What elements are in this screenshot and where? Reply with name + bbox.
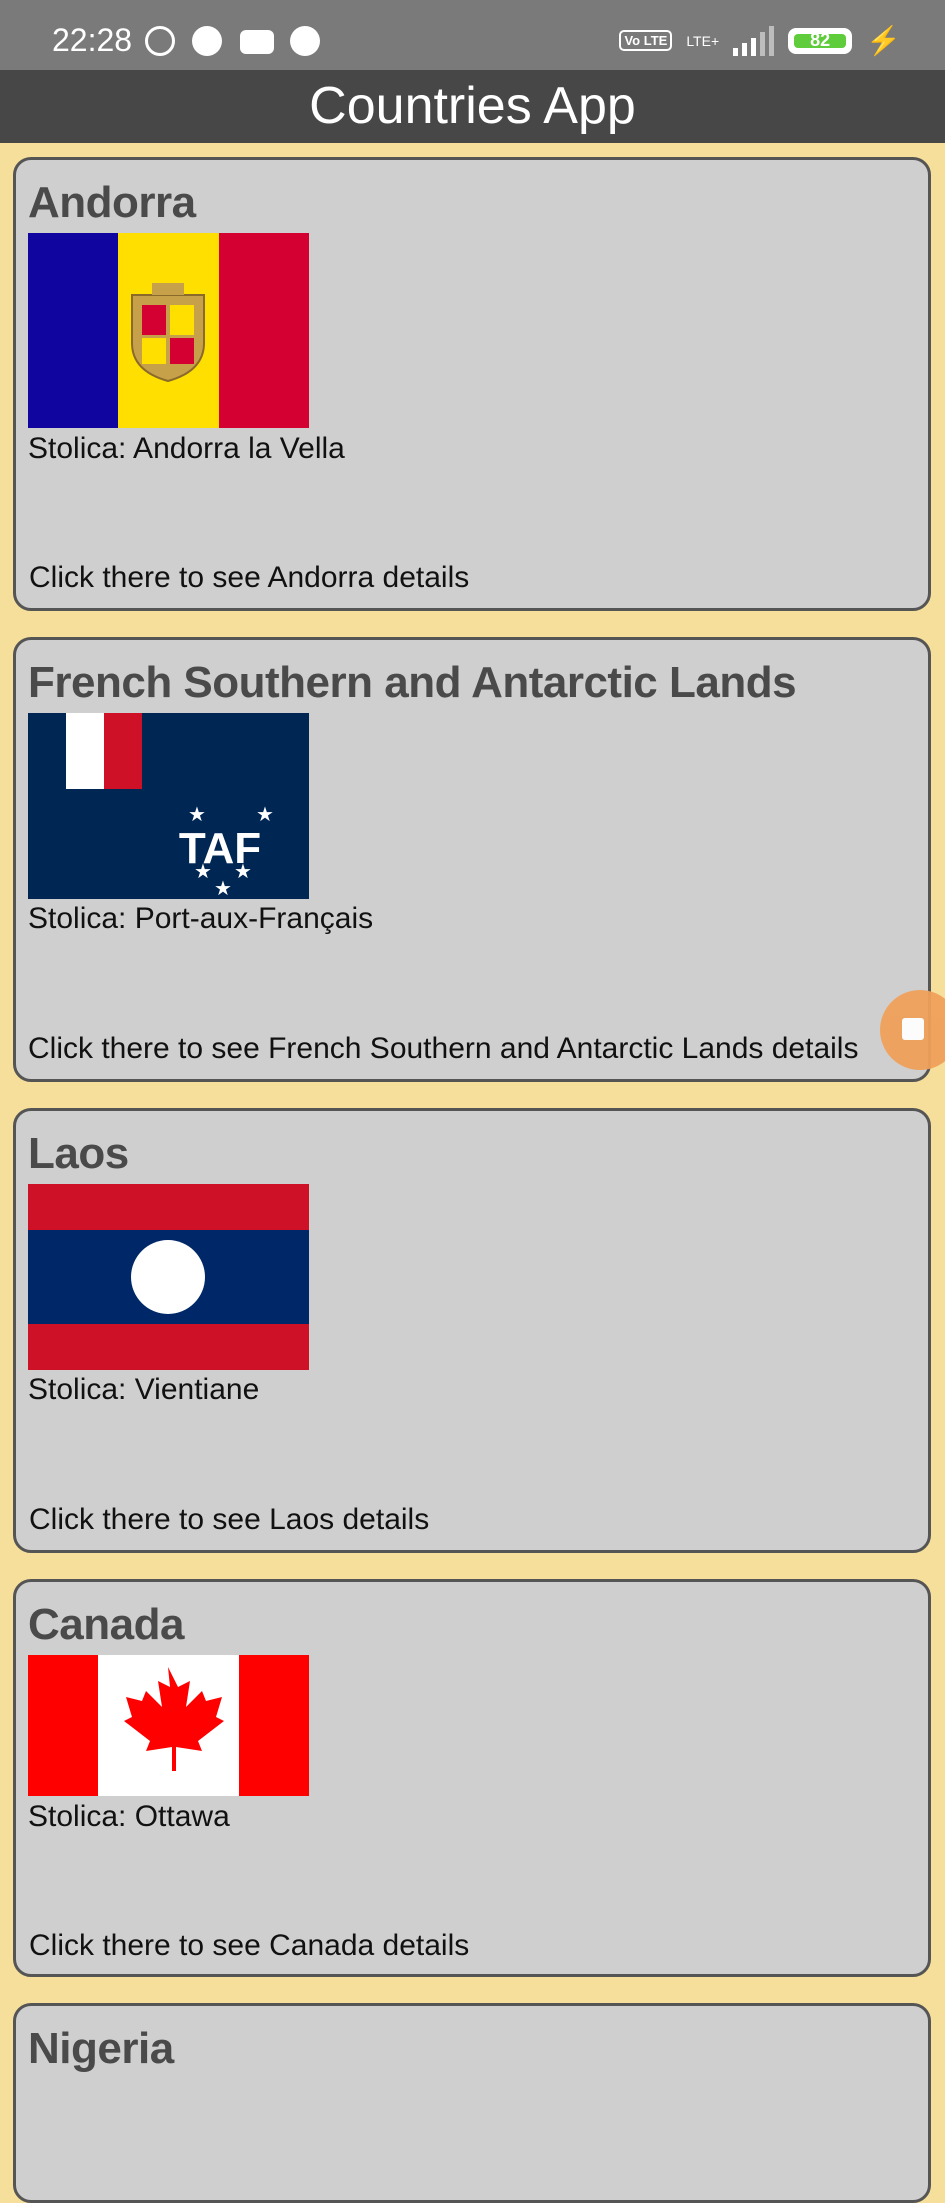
country-capital: Stolica: Ottawa bbox=[28, 1800, 230, 1833]
alarm-icon bbox=[145, 26, 175, 56]
status-indicators: Vo LTE LTE+ 82 ⚡ bbox=[619, 24, 901, 57]
app-notification-icon-2 bbox=[290, 26, 320, 56]
country-name: French Southern and Antarctic Lands bbox=[28, 658, 797, 707]
taaf-flag-image: TAF ★ ★ ★ ★ ★ bbox=[28, 713, 309, 899]
status-bar: 22:28 Vo LTE LTE+ 82 ⚡ bbox=[0, 0, 945, 70]
country-details-link[interactable]: Click there to see Canada details bbox=[29, 1929, 469, 1963]
svg-text:★: ★ bbox=[256, 802, 274, 826]
network-type: LTE+ bbox=[686, 32, 720, 49]
country-details-link[interactable]: Click there to see Andorra details bbox=[29, 561, 469, 595]
svg-text:★: ★ bbox=[194, 859, 212, 883]
svg-text:★: ★ bbox=[234, 859, 252, 883]
country-card-nigeria[interactable]: Nigeria bbox=[13, 2003, 931, 2203]
country-name: Laos bbox=[28, 1129, 129, 1178]
country-card-canada[interactable]: Canada Stolica: Ottawa Click there to se… bbox=[13, 1579, 931, 1977]
laos-flag-image bbox=[28, 1184, 309, 1370]
country-details-link[interactable]: Click there to see Laos details bbox=[29, 1503, 429, 1537]
video-recorder-icon bbox=[240, 30, 274, 54]
country-card-french-southern-and-antarctic-lands[interactable]: French Southern and Antarctic Lands TAF … bbox=[13, 637, 931, 1082]
status-time: 22:28 bbox=[52, 22, 133, 58]
app-bar: Countries App bbox=[0, 70, 945, 143]
svg-text:★: ★ bbox=[214, 876, 232, 899]
battery-icon: 82 bbox=[788, 27, 853, 54]
canada-flag-image bbox=[28, 1655, 309, 1796]
andorra-flag-image bbox=[28, 233, 309, 428]
country-capital: Stolica: Vientiane bbox=[28, 1373, 260, 1406]
country-name: Canada bbox=[28, 1600, 184, 1649]
volte-badge: Vo LTE bbox=[619, 30, 673, 51]
signal-strength-icon bbox=[733, 25, 775, 56]
country-capital: Stolica: Port-aux-Français bbox=[28, 902, 374, 935]
country-name: Nigeria bbox=[28, 2024, 174, 2073]
app-notification-icon bbox=[192, 26, 222, 56]
app-title: Countries App bbox=[309, 77, 636, 135]
battery-level: 82 bbox=[810, 30, 831, 50]
charging-icon: ⚡ bbox=[866, 25, 901, 56]
country-card-andorra[interactable]: Andorra Stolica: Andorra la Vella Click … bbox=[13, 157, 931, 611]
svg-text:★: ★ bbox=[188, 802, 206, 826]
country-name: Andorra bbox=[28, 178, 196, 227]
country-card-laos[interactable]: Laos Stolica: Vientiane Click there to s… bbox=[13, 1108, 931, 1553]
country-details-link[interactable]: Click there to see French Southern and A… bbox=[28, 1032, 858, 1066]
camera-icon bbox=[902, 1018, 924, 1040]
country-capital: Stolica: Andorra la Vella bbox=[28, 432, 345, 465]
